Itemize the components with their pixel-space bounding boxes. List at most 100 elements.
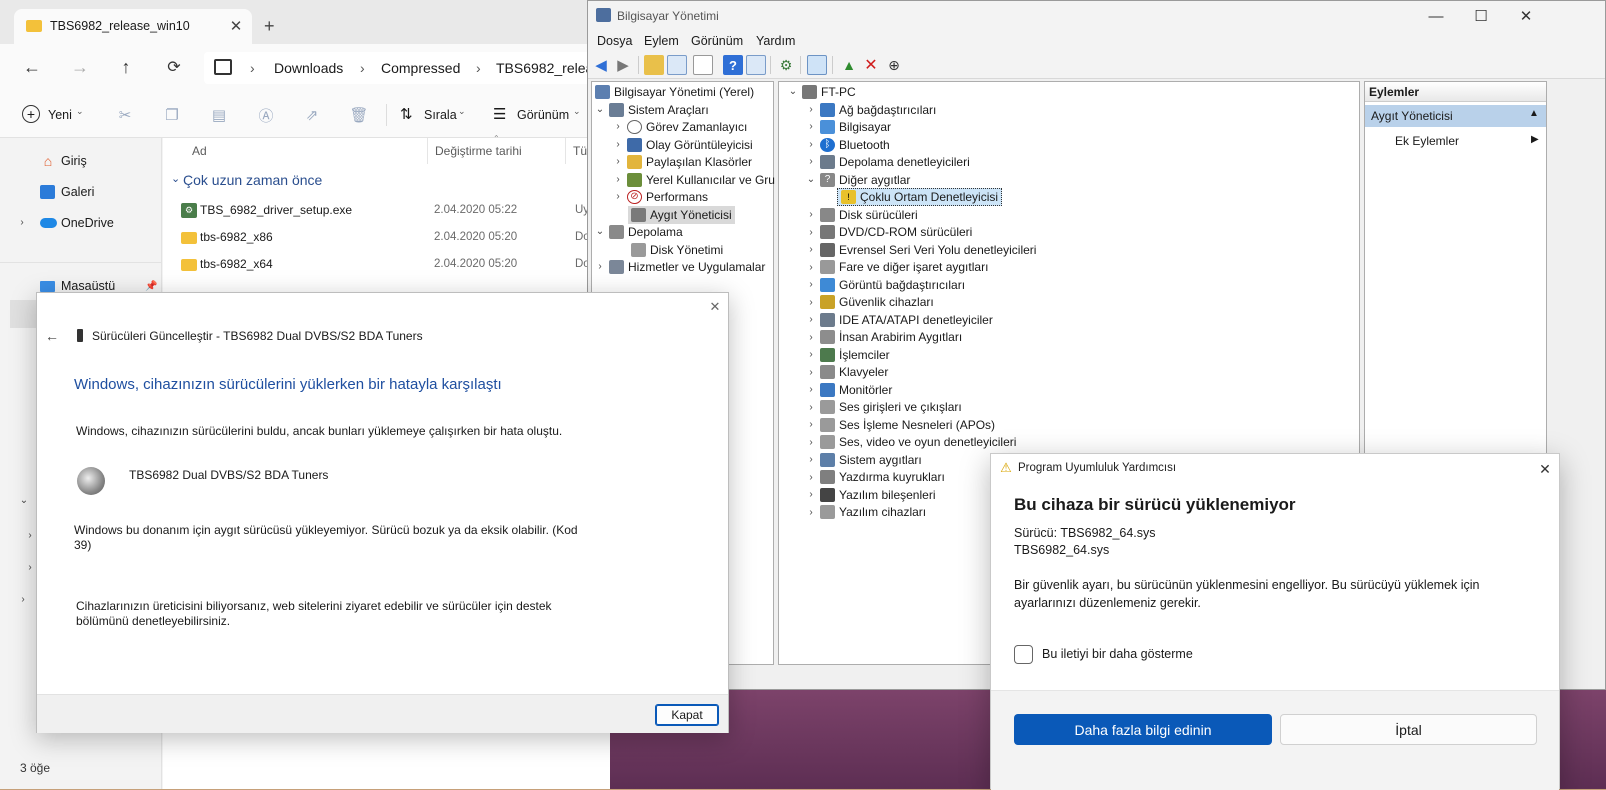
- device-category[interactable]: › IDE ATA/ATAPI denetleyiciler: [805, 311, 993, 329]
- chevron-right-icon[interactable]: ›: [805, 349, 817, 360]
- column-header-name[interactable]: Ad: [192, 144, 207, 158]
- device-category[interactable]: › Yazılım cihazları: [805, 504, 926, 522]
- learn-more-button[interactable]: Daha fazla bilgi edinin: [1014, 714, 1272, 745]
- chevron-right-icon[interactable]: ›: [805, 209, 817, 220]
- menu-help[interactable]: Yardım: [756, 34, 795, 48]
- file-row[interactable]: tbs-6982_x64 2.04.2020 05:20 Do: [163, 254, 610, 276]
- tree-node-local-users[interactable]: › Yerel Kullanıcılar ve Gru: [612, 171, 775, 189]
- device-category[interactable]: › Yazdırma kuyrukları: [805, 469, 945, 487]
- help-icon[interactable]: ?: [723, 55, 743, 75]
- chevron-right-icon[interactable]: ›: [805, 262, 817, 273]
- device-category[interactable]: › Evrensel Seri Veri Yolu denetleyicileri: [805, 241, 1036, 259]
- uninstall-icon[interactable]: ✕: [861, 55, 881, 75]
- chevron-right-icon[interactable]: ›: [805, 314, 817, 325]
- chevron-right-icon[interactable]: ›: [612, 174, 624, 185]
- chevron-right-icon[interactable]: ›: [805, 121, 817, 132]
- file-row[interactable]: tbs-6982_x86 2.04.2020 05:20 Do: [163, 227, 610, 249]
- maximize-icon[interactable]: ☐: [1458, 1, 1504, 31]
- chevron-right-icon[interactable]: ›: [805, 139, 817, 150]
- close-tab-icon[interactable]: ✕: [226, 16, 246, 36]
- properties-icon[interactable]: [693, 55, 713, 75]
- chevron-right-icon[interactable]: ›: [805, 419, 817, 430]
- tree-node-device-manager[interactable]: Aygıt Yöneticisi: [628, 206, 735, 224]
- device-category[interactable]: › Güvenlik cihazları: [805, 294, 934, 312]
- device-category[interactable]: › Bilgisayar: [805, 118, 891, 136]
- chevron-right-icon[interactable]: ›: [805, 297, 817, 308]
- chevron-right-icon[interactable]: ›: [805, 402, 817, 413]
- cancel-button[interactable]: İptal: [1280, 714, 1537, 745]
- breadcrumb-downloads[interactable]: Downloads: [274, 60, 343, 76]
- chevron-right-icon[interactable]: ›: [805, 437, 817, 448]
- actions-section-device-manager[interactable]: Aygıt Yöneticisi ▲: [1365, 105, 1546, 127]
- device-category[interactable]: › Yazılım bileşenleri: [805, 486, 935, 504]
- device-category[interactable]: › İşlemciler: [805, 346, 890, 364]
- forward-arrow-icon[interactable]: →: [66, 53, 94, 81]
- device-category[interactable]: › Görüntü bağdaştırıcıları: [805, 276, 965, 294]
- breadcrumb-current[interactable]: TBS6982_releas: [496, 60, 600, 76]
- chevron-right-icon[interactable]: ›: [805, 244, 817, 255]
- delete-icon[interactable]: 🗑: [349, 105, 369, 125]
- address-bar[interactable]: › Downloads › Compressed › TBS6982_relea…: [204, 52, 610, 84]
- view-button[interactable]: Görünüm: [517, 108, 569, 122]
- close-icon[interactable]: ✕: [706, 298, 724, 316]
- rename-icon[interactable]: Ⓐ: [256, 105, 276, 125]
- chevron-right-icon[interactable]: ›: [612, 139, 624, 150]
- chevron-right-icon[interactable]: ›: [24, 530, 36, 541]
- show-tree-icon[interactable]: [667, 55, 687, 75]
- checkbox-label[interactable]: Bu iletiyi bir daha gösterme: [1042, 647, 1193, 661]
- up-arrow-icon[interactable]: ↑: [112, 53, 140, 81]
- back-arrow-icon[interactable]: ←: [18, 53, 46, 81]
- chevron-right-icon[interactable]: ›: [24, 562, 36, 573]
- actions-more[interactable]: Ek Eylemler ▶: [1365, 130, 1546, 152]
- chevron-right-icon[interactable]: ›: [17, 594, 29, 605]
- up-folder-icon[interactable]: [644, 55, 664, 75]
- tree-node-root[interactable]: Bilgisayar Yönetimi (Yerel): [594, 83, 754, 101]
- breadcrumb-compressed[interactable]: Compressed: [381, 60, 460, 76]
- chevron-down-icon[interactable]: ⌄: [18, 495, 30, 506]
- device-category[interactable]: › Ses İşleme Nesneleri (APOs): [805, 416, 995, 434]
- device-category[interactable]: › Sistem aygıtları: [805, 451, 922, 469]
- disable-device-icon[interactable]: ⊕: [884, 55, 904, 75]
- chevron-right-icon[interactable]: ›: [805, 507, 817, 518]
- chevron-down-icon[interactable]: ⌄: [594, 226, 606, 237]
- device-category[interactable]: › DVD/CD-ROM sürücüleri: [805, 224, 972, 242]
- close-icon[interactable]: ✕: [1503, 1, 1549, 31]
- file-row[interactable]: ⚙ TBS_6982_driver_setup.exe 2.04.2020 05…: [163, 200, 610, 222]
- device-node-root[interactable]: ⌄ FT-PC: [787, 83, 856, 101]
- chevron-right-icon[interactable]: ›: [805, 279, 817, 290]
- device-category[interactable]: › Disk sürücüleri: [805, 206, 918, 224]
- minimize-icon[interactable]: —: [1413, 1, 1459, 31]
- device-category[interactable]: › Fare ve diğer işaret aygıtları: [805, 259, 988, 277]
- nav-item-home[interactable]: ⌂ Giriş: [40, 150, 87, 172]
- back-arrow-icon[interactable]: ◀: [591, 55, 611, 75]
- device-category[interactable]: › Depolama denetleyicileri: [805, 153, 970, 171]
- tree-node-disk-management[interactable]: Disk Yönetimi: [628, 241, 723, 259]
- forward-arrow-icon[interactable]: ▶: [613, 55, 633, 75]
- chevron-right-icon[interactable]: ›: [805, 472, 817, 483]
- chevron-right-icon[interactable]: ›: [805, 104, 817, 115]
- scan-hardware-icon[interactable]: ⚙: [776, 55, 796, 75]
- device-category[interactable]: › Ses girişleri ve çıkışları: [805, 399, 962, 417]
- device-category[interactable]: › Monitörler: [805, 381, 892, 399]
- tree-node-storage[interactable]: ⌄ Depolama: [594, 223, 683, 241]
- pin-icon[interactable]: 📌: [145, 281, 157, 292]
- column-header-modified[interactable]: Değiştirme tarihi: [435, 144, 522, 158]
- back-arrow-icon[interactable]: ←: [43, 327, 61, 345]
- cut-icon[interactable]: ✂: [115, 105, 135, 125]
- device-category[interactable]: › Ağ bağdaştırıcıları: [805, 101, 936, 119]
- close-button[interactable]: Kapat: [655, 704, 719, 726]
- chevron-right-icon[interactable]: ›: [594, 261, 606, 272]
- action-pane-icon[interactable]: [746, 55, 766, 75]
- monitor-icon[interactable]: [807, 55, 827, 75]
- device-category[interactable]: › İnsan Arabirim Aygıtları: [805, 329, 962, 347]
- tree-node-shared-folders[interactable]: › Paylaşılan Klasörler: [612, 153, 752, 171]
- device-category[interactable]: › Ses, video ve oyun denetleyicileri: [805, 434, 1016, 452]
- tree-node-services[interactable]: › Hizmetler ve Uygulamalar: [594, 258, 765, 276]
- chevron-right-icon[interactable]: ›: [805, 156, 817, 167]
- refresh-icon[interactable]: ⟳: [160, 53, 188, 81]
- column-header-type[interactable]: Tü: [573, 144, 587, 158]
- chevron-down-icon[interactable]: ⌄: [171, 172, 180, 185]
- update-driver-icon[interactable]: ▲: [839, 55, 859, 75]
- share-icon[interactable]: ⇗: [302, 105, 322, 125]
- chevron-right-icon[interactable]: ›: [805, 227, 817, 238]
